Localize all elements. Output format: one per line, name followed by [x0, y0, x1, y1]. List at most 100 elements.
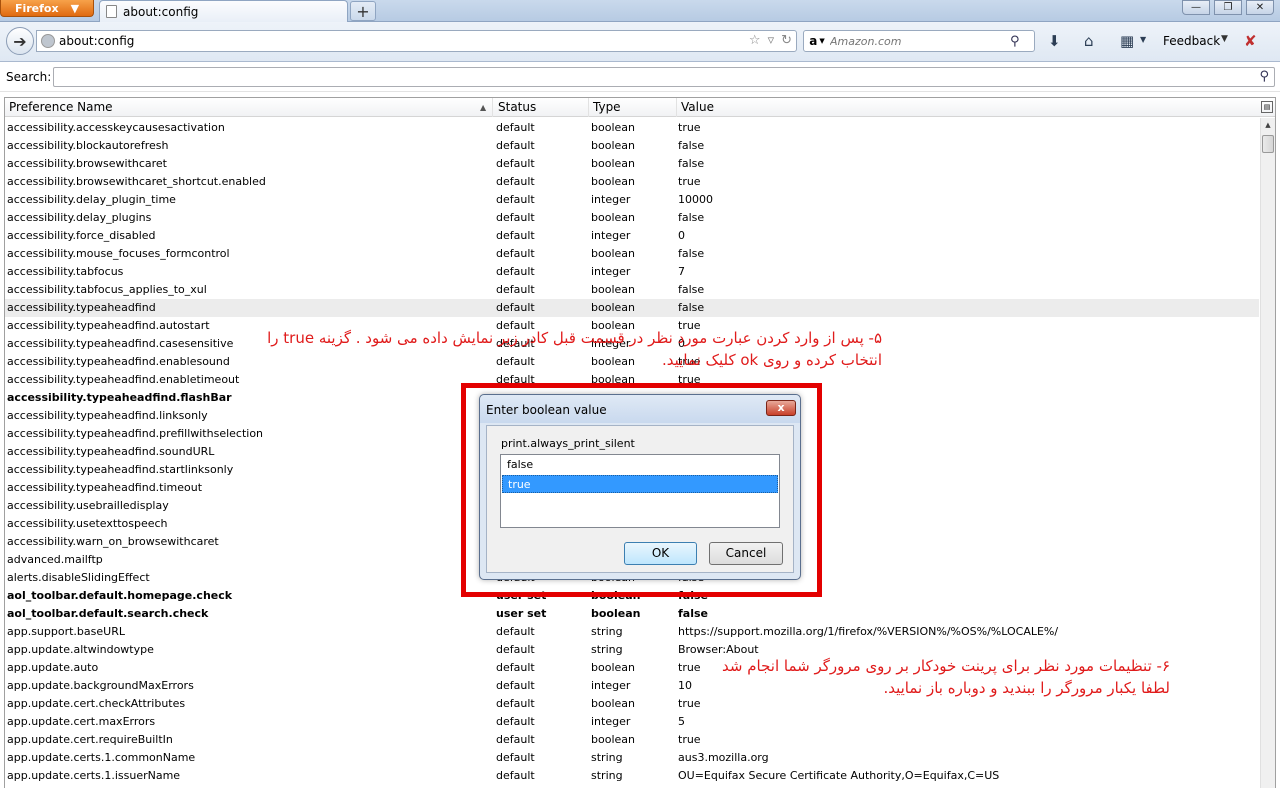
pref-name-cell: accessibility.force_disabled [7, 229, 156, 242]
column-header-name[interactable]: Preference Name [5, 98, 493, 117]
type-cell: boolean [591, 661, 635, 674]
table-row[interactable]: accessibility.delay_plugins default boolea… [5, 209, 1259, 227]
option-true[interactable]: true [502, 475, 778, 493]
value-cell: false [678, 211, 705, 224]
reload-icon[interactable]: ↻ [781, 33, 792, 48]
table-row[interactable]: app.update.certs.1.commonName default stri… [5, 749, 1259, 767]
pref-name-cell: accessibility.typeaheadfind.enabletimeou… [7, 373, 240, 386]
pref-name-cell: accessibility.delay_plugin_time [7, 193, 176, 206]
filter-input[interactable]: ⚲ [53, 67, 1275, 87]
status-cell: default [496, 643, 535, 656]
table-row[interactable]: aol_toolbar.default.search.check user set… [5, 605, 1259, 623]
feedback-smiley-icon[interactable]: ✘ [1244, 32, 1257, 50]
pref-name-cell: accessibility.warn_on_browsewithcaret [7, 535, 219, 548]
firefox-menu-button[interactable]: Firefox ▼ [0, 0, 94, 17]
pref-name-cell: accessibility.typeaheadfind.soundURL [7, 445, 215, 458]
column-header-type[interactable]: Type [589, 98, 677, 117]
home-icon[interactable]: ⌂ [1084, 32, 1094, 50]
column-picker-icon[interactable]: ▤ [1261, 101, 1273, 113]
pref-name-cell: accessibility.mouse_focuses_formcontrol [7, 247, 230, 260]
table-row[interactable]: app.support.baseURL default string https://… [5, 623, 1259, 641]
navigation-toolbar: ➔ about:config ☆ ▿ ↻ a▼ ⚲ ⬇ ⌂ ▦ ▼ Feedba… [0, 22, 1280, 62]
sort-ascending-icon: ▲ [480, 103, 487, 112]
table-row[interactable]: app.update.cert.maxErrors default integer 5 [5, 713, 1259, 731]
amazon-engine-icon[interactable]: a ▼ [804, 34, 830, 48]
annotation-step-6: ۶- تنظیمات مورد نظر برای پرینت خودکار بر… [722, 657, 1170, 697]
close-window-button[interactable]: ✕ [1246, 0, 1274, 15]
tab-title: about:config [123, 4, 199, 19]
type-cell: string [591, 625, 623, 638]
status-cell: default [496, 679, 535, 692]
search-bar: a▼ ⚲ [803, 30, 1035, 52]
search-icon: ⚲ [1259, 69, 1269, 84]
type-cell: integer [591, 193, 631, 206]
table-row[interactable]: accessibility.tabfocus_applies_to_xul def… [5, 281, 1259, 299]
value-cell: 5 [678, 715, 685, 728]
filter-label: Search: [6, 70, 52, 84]
boolean-listbox[interactable]: false true [500, 454, 780, 528]
tab-about-config[interactable]: about:config [99, 0, 348, 22]
pref-name-cell: app.update.cert.maxErrors [7, 715, 156, 728]
type-cell: integer [591, 265, 631, 278]
minimize-button[interactable]: — [1182, 0, 1210, 15]
scroll-up-icon[interactable]: ▲ [1261, 118, 1275, 133]
scroll-thumb[interactable] [1262, 135, 1274, 153]
pref-name-cell: app.update.cert.checkAttributes [7, 697, 186, 710]
feedback-button[interactable]: Feedback [1163, 34, 1220, 48]
status-cell: default [496, 661, 535, 674]
table-row[interactable]: accessibility.tabfocus default integer 7 [5, 263, 1259, 281]
pref-name-cell: accessibility.browsewithcaret_shortcut.e… [7, 175, 266, 188]
search-icon[interactable]: ⚲ [1010, 34, 1020, 49]
value-cell: false [678, 247, 705, 260]
table-row[interactable]: accessibility.force_disabled default integ… [5, 227, 1259, 245]
table-row[interactable]: accessibility.browsewithcaret_shortcut.e… [5, 173, 1259, 191]
table-row[interactable]: accessibility.delay_plugin_time default in… [5, 191, 1259, 209]
pref-name-cell: app.update.certs.1.issuerName [7, 769, 181, 782]
new-tab-button[interactable]: + [350, 1, 376, 21]
value-cell: 7 [678, 265, 685, 278]
back-button[interactable]: ➔ [6, 27, 34, 55]
pref-name-cell: app.update.cert.requireBuiltIn [7, 733, 173, 746]
cancel-button[interactable]: Cancel [709, 542, 783, 565]
search-input[interactable] [830, 34, 1010, 48]
bookmark-star-icon[interactable]: ☆ [749, 33, 761, 48]
firefox-menu-label: Firefox [14, 1, 59, 15]
value-cell: 0 [678, 229, 685, 242]
status-cell: default [496, 211, 535, 224]
pref-name-cell: accessibility.typeaheadfind.timeout [7, 481, 203, 494]
vertical-scrollbar[interactable]: ▲ [1260, 118, 1275, 788]
type-cell: string [591, 769, 623, 782]
table-row[interactable]: accessibility.mouse_focuses_formcontrol d… [5, 245, 1259, 263]
table-row[interactable]: accessibility.browsewithcaret default bool… [5, 155, 1259, 173]
type-cell: string [591, 751, 623, 764]
url-tools: ☆ ▿ ↻ [749, 33, 792, 48]
type-cell: boolean [591, 301, 635, 314]
table-row[interactable]: app.update.cert.requireBuiltIn default boo… [5, 731, 1259, 749]
dialog-close-button[interactable]: x [766, 400, 796, 416]
status-cell: user set [496, 607, 547, 620]
pref-name-cell: accessibility.tabfocus [7, 265, 124, 278]
page-icon [106, 5, 117, 18]
ok-button[interactable]: OK [624, 542, 697, 565]
pref-name-cell: accessibility.typeaheadfind.startlinkson… [7, 463, 234, 476]
pref-name-cell: app.update.certs.1.commonName [7, 751, 196, 764]
table-row[interactable]: accessibility.accesskeycausesactivation d… [5, 119, 1259, 137]
type-cell: integer [591, 229, 631, 242]
table-row[interactable]: app.update.certs.1.issuerName default stri… [5, 767, 1259, 785]
boolean-dialog: Enter boolean value x print.always_print… [479, 394, 801, 580]
url-bar[interactable]: about:config ☆ ▿ ↻ [36, 30, 797, 52]
title-bar: Firefox ▼ about:config + — ❐ ✕ [0, 0, 1280, 22]
table-row[interactable]: accessibility.typeaheadfind default boolea… [5, 299, 1259, 317]
value-cell: https://support.mozilla.org/1/firefox/%V… [678, 625, 1059, 638]
value-cell: aus3.mozilla.org [678, 751, 769, 764]
column-header-status[interactable]: Status [494, 98, 589, 117]
table-row[interactable]: accessibility.blockautorefresh default boo… [5, 137, 1259, 155]
maximize-button[interactable]: ❐ [1214, 0, 1242, 15]
download-icon[interactable]: ⬇ [1048, 32, 1061, 50]
column-header-value[interactable]: Value [677, 98, 1262, 117]
option-false[interactable]: false [502, 456, 778, 474]
status-cell: default [496, 769, 535, 782]
pref-name-cell: accessibility.typeaheadfind.prefillwiths… [7, 427, 264, 440]
addon-icon[interactable]: ▦ [1120, 32, 1134, 50]
history-dropdown-icon[interactable]: ▿ [768, 33, 775, 48]
